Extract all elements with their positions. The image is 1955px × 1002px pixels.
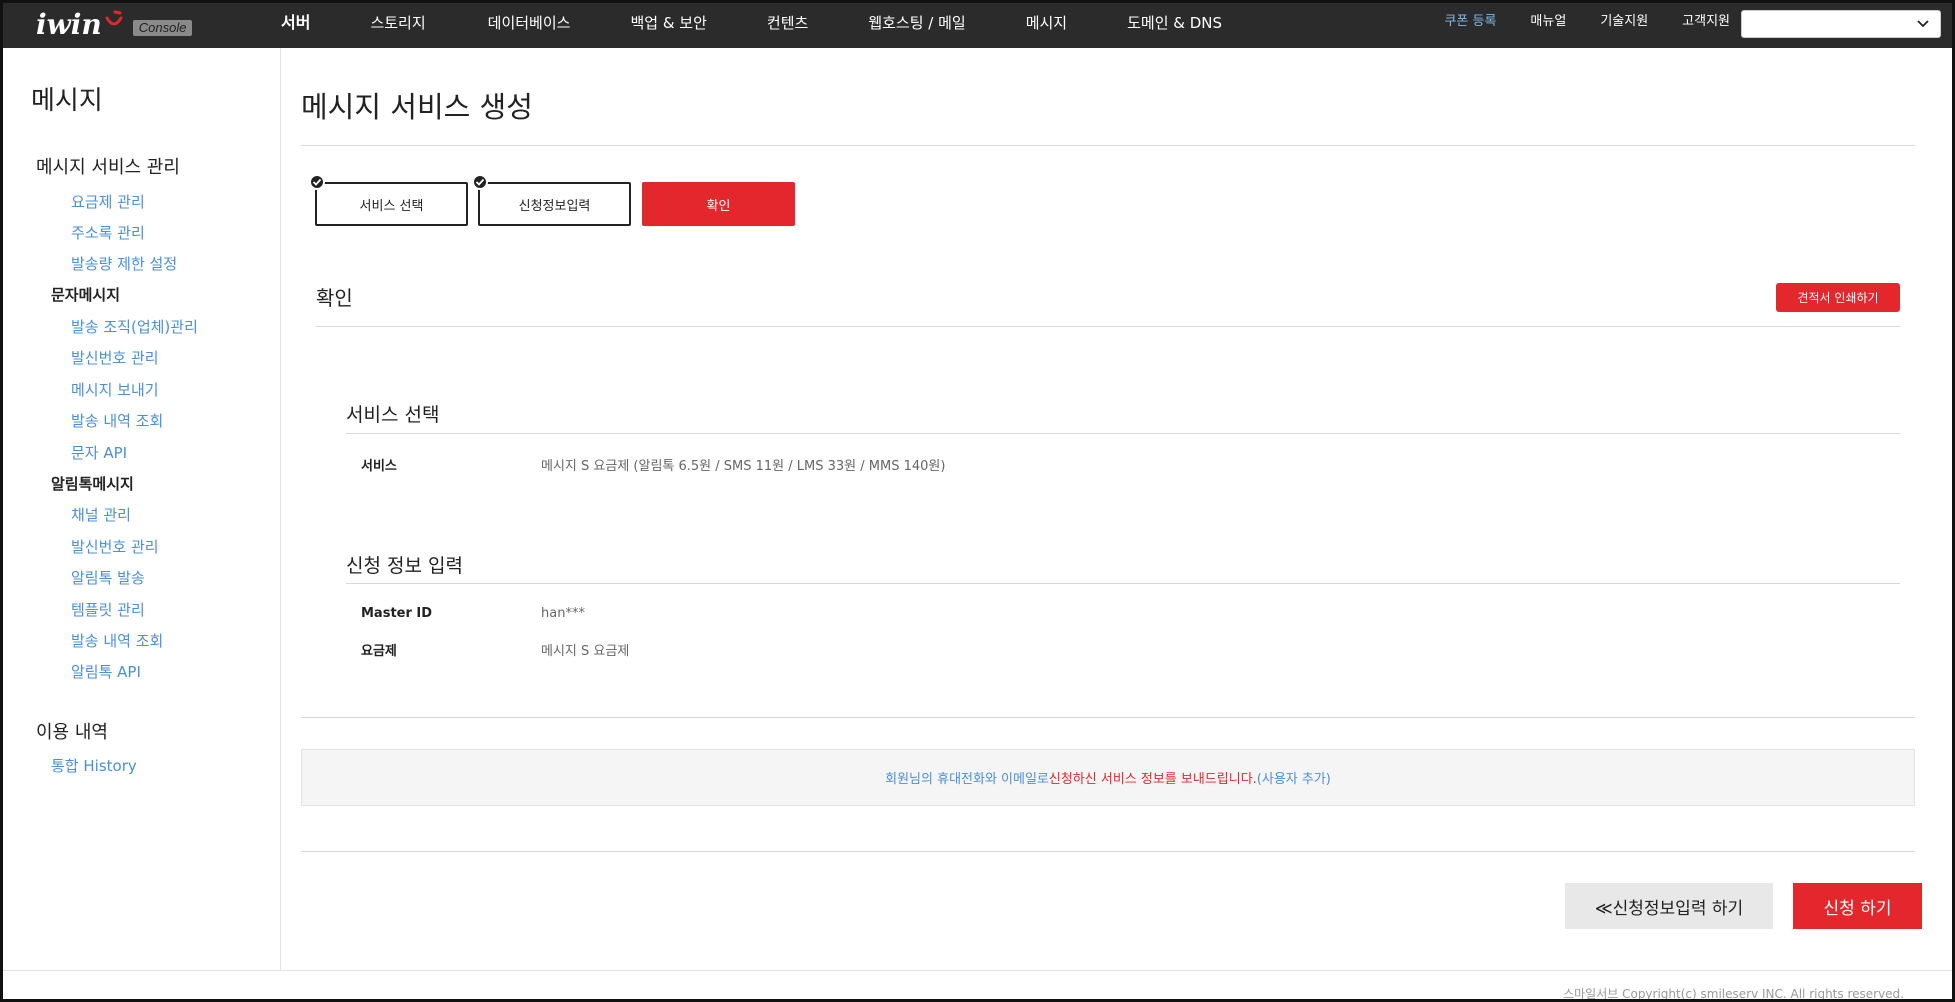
console-badge: Console [132,20,193,36]
account-select[interactable] [1741,10,1941,38]
service-key: 서비스 [361,459,397,474]
sidebar-item-org[interactable]: 발송 조직(업체)관리 [71,316,198,337]
back-to-application-info-button[interactable]: ≪신청정보입력 하기 [1565,883,1773,929]
section-title-confirm: 확인 [316,286,353,310]
coupon-link[interactable]: 쿠폰 등록 [1444,0,1496,48]
title-divider [301,145,1915,146]
sidebar-item-template[interactable]: 템플릿 관리 [71,599,145,620]
notice-text-part1: 회원님의 휴대전화와 이메일로 [885,772,1049,787]
step-label: 확인 [706,198,731,214]
step-service-select[interactable]: 서비스 선택 [309,174,468,226]
tech-support-link[interactable]: 기술지원 [1600,0,1648,48]
top-navigation-bar: iwin Console 서버 스토리지 데이터베이스 백업 & 보안 컨텐츠 … [0,0,1955,48]
apply-info-divider [346,583,1900,584]
nav-storage[interactable]: 스토리지 [370,0,425,48]
sidebar-item-plan[interactable]: 요금제 관리 [71,191,145,212]
section-divider [316,326,1900,327]
sidebar-item-alimtalk-sender-number[interactable]: 발신번호 관리 [71,536,159,557]
sidebar-item-send-message[interactable]: 메시지 보내기 [71,379,159,400]
logo-text: iwin [36,7,102,41]
content-divider [301,717,1915,718]
nav-contents[interactable]: 컨텐츠 [767,0,808,48]
logo[interactable]: iwin Console [36,6,193,42]
sidebar-sub-alimtalk: 알림톡메시지 [51,475,134,493]
plan-value: 메시지 S 요금제 [541,644,630,659]
apply-info-title: 신청 정보 입력 [346,555,463,577]
page-title: 메시지 서비스 생성 [301,90,533,124]
service-value: 메시지 S 요금제 (알림톡 6.5원 / SMS 11원 / LMS 33원 … [541,459,946,474]
add-user-link[interactable]: (사용자 추가) [1257,768,1331,787]
nav-domain-dns[interactable]: 도메인 & DNS [1127,0,1222,48]
sidebar-item-send-limit[interactable]: 발송량 제한 설정 [71,253,177,274]
check-icon [472,174,488,190]
sidebar-item-sender-number[interactable]: 발신번호 관리 [71,347,159,368]
nav-message[interactable]: 메시지 [1026,0,1067,48]
step-label: 신청정보입력 [518,198,591,214]
sidebar-item-send-history[interactable]: 발송 내역 조회 [71,410,163,431]
copyright-text: 스마일서브 Copyright(c) smileserv INC. All ri… [1563,987,1904,1001]
main-nav: 서버 스토리지 데이터베이스 백업 & 보안 컨텐츠 웹호스팅 / 메일 메시지… [260,0,1222,48]
step-application-info[interactable]: 신청정보입력 [472,174,631,226]
nav-database[interactable]: 데이터베이스 [488,0,571,48]
check-icon [309,174,325,190]
sidebar-item-sms-api[interactable]: 문자 API [71,442,127,463]
sidebar-item-alimtalk-history[interactable]: 발송 내역 조회 [71,630,163,651]
nav-backup-security[interactable]: 백업 & 보안 [630,0,706,48]
nav-server[interactable]: 서버 [281,0,310,48]
sidebar-item-alimtalk-send[interactable]: 알림톡 발송 [71,567,145,588]
bottom-divider [301,851,1915,852]
sidebar-group-usage: 이용 내역 [36,722,108,743]
sidebar-item-address-book[interactable]: 주소록 관리 [71,222,145,243]
sidebar-item-history[interactable]: 통합 History [51,755,137,776]
notice-box: 회원님의 휴대전화와 이메일로 신청하신 서비스 정보를 보내드립니다. (사용… [301,749,1915,806]
chevron-down-icon [1917,20,1929,28]
sidebar-sub-sms: 문자메시지 [51,286,121,304]
print-estimate-button[interactable]: 견적서 인쇄하기 [1776,283,1900,312]
service-select-title: 서비스 선택 [346,404,440,426]
plan-key: 요금제 [361,644,397,659]
sidebar-title: 메시지 [31,86,103,116]
step-confirm[interactable]: 확인 [642,182,795,226]
smile-logo-icon [105,10,123,26]
step-label: 서비스 선택 [359,198,424,214]
submit-button[interactable]: 신청 하기 [1793,883,1922,929]
manual-link[interactable]: 매뉴얼 [1530,0,1566,48]
sidebar-item-channel[interactable]: 채널 관리 [71,504,131,525]
customer-support-link[interactable]: 고객지원 [1682,0,1730,48]
utility-links: 쿠폰 등록 매뉴얼 기술지원 고객지원 [1410,0,1730,48]
sidebar: 메시지 메시지 서비스 관리 요금제 관리 주소록 관리 발송량 제한 설정 문… [3,48,281,970]
notice-text-part2: 신청하신 서비스 정보를 보내드립니다. [1048,772,1257,787]
nav-webhosting-mail[interactable]: 웹호스팅 / 메일 [868,0,965,48]
master-id-value: han*** [541,606,585,621]
sidebar-group-message-service: 메시지 서비스 관리 [36,157,180,178]
master-id-key: Master ID [361,606,433,621]
footer: 스마일서브 Copyright(c) smileserv INC. All ri… [3,970,1952,1001]
service-select-divider [346,433,1900,434]
sidebar-item-alimtalk-api[interactable]: 알림톡 API [71,661,141,682]
